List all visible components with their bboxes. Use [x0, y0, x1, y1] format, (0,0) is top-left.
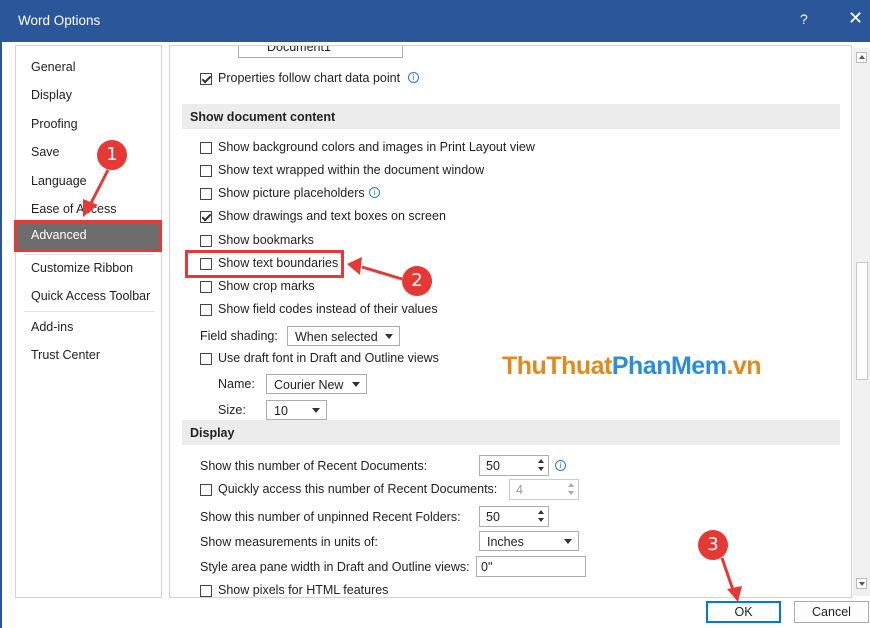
annotation-arrows [83, 169, 742, 602]
annotation-arrow-3-head [727, 586, 742, 602]
annotation-arrow-2-head [347, 257, 362, 275]
annotation-arrow-3 [720, 557, 735, 591]
watermark-logo: ThuThuatPhanMem.vn [502, 352, 762, 380]
annotation-arrow-1 [88, 169, 110, 206]
annotation-arrow-2 [361, 265, 403, 281]
annotation-badge-1: 1 [97, 140, 127, 170]
annotation-badge-3: 3 [698, 530, 728, 560]
annotation-badge-2: 2 [402, 266, 432, 296]
